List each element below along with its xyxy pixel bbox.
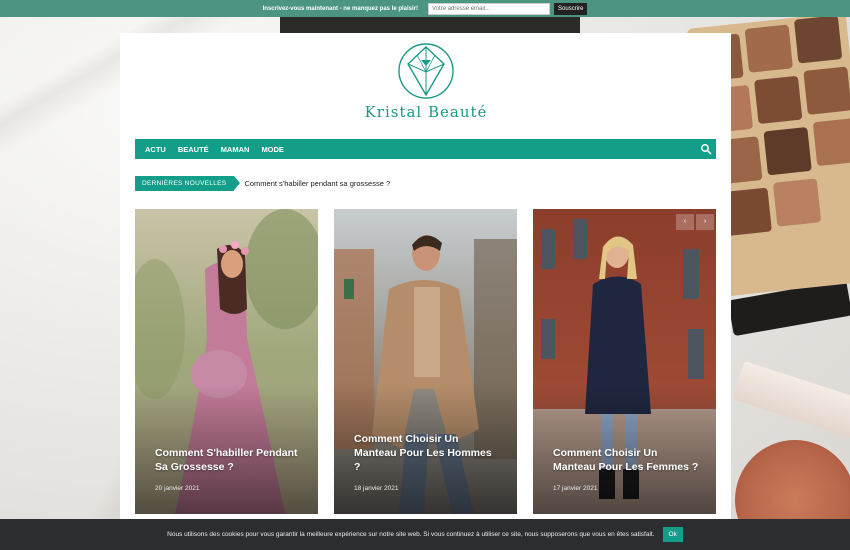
newsletter-email-input[interactable] bbox=[428, 2, 551, 15]
cookie-consent-bar: Nous utilisons des cookies pour vous gar… bbox=[0, 519, 850, 550]
search-icon[interactable] bbox=[700, 143, 712, 155]
main-navigation: ACTU BEAUTÉ MAMAN MODE bbox=[135, 139, 716, 159]
featured-slider: Comment S'habiller Pendant Sa Grossesse … bbox=[135, 209, 716, 514]
slider-arrows: ‹ › bbox=[676, 214, 714, 230]
nav-item-mode[interactable]: MODE bbox=[255, 145, 290, 154]
diamond-logo-icon bbox=[398, 43, 454, 99]
featured-card[interactable]: Comment S'habiller Pendant Sa Grossesse … bbox=[135, 209, 318, 514]
card-date: 17 janvier 2021 bbox=[553, 485, 598, 492]
card-date: 18 janvier 2021 bbox=[354, 485, 399, 492]
breaking-news-label: DERNIÈRES NOUVELLES bbox=[135, 176, 241, 191]
slider-next-button[interactable]: › bbox=[696, 214, 714, 230]
newsletter-bar: Inscrivez-vous maintenant - ne manquez p… bbox=[0, 0, 850, 17]
nav-item-maman[interactable]: MAMAN bbox=[215, 145, 256, 154]
main-container: Kristal Beauté ACTU BEAUTÉ MAMAN MODE DE… bbox=[120, 33, 731, 523]
site-brand-name: Kristal Beauté bbox=[364, 103, 488, 121]
nav-item-beaute[interactable]: BEAUTÉ bbox=[172, 145, 215, 154]
card-title[interactable]: Comment S'habiller Pendant Sa Grossesse … bbox=[155, 446, 302, 474]
cookie-message: Nous utilisons des cookies pour vous gar… bbox=[167, 531, 655, 538]
cookie-ok-button[interactable]: Ok bbox=[662, 527, 683, 542]
breaking-news-headline[interactable]: Comment s'habiller pendant sa grossesse … bbox=[244, 179, 390, 188]
nav-item-actu[interactable]: ACTU bbox=[139, 145, 172, 154]
featured-card[interactable]: Comment Choisir Un Manteau Pour Les Homm… bbox=[334, 209, 517, 514]
card-title[interactable]: Comment Choisir Un Manteau Pour Les Homm… bbox=[354, 432, 501, 474]
featured-card[interactable]: ‹ › Comment Choisir Un Manteau Pour Les … bbox=[533, 209, 716, 514]
slider-prev-button[interactable]: ‹ bbox=[676, 214, 694, 230]
breaking-news-ticker: DERNIÈRES NOUVELLES Comment s'habiller p… bbox=[135, 176, 390, 191]
newsletter-message: Inscrivez-vous maintenant - ne manquez p… bbox=[262, 5, 419, 12]
card-title[interactable]: Comment Choisir Un Manteau Pour Les Femm… bbox=[553, 446, 700, 474]
site-logo[interactable]: Kristal Beauté bbox=[360, 42, 492, 128]
subscribe-button[interactable]: Souscrire bbox=[554, 2, 588, 15]
card-date: 20 janvier 2021 bbox=[155, 485, 200, 492]
